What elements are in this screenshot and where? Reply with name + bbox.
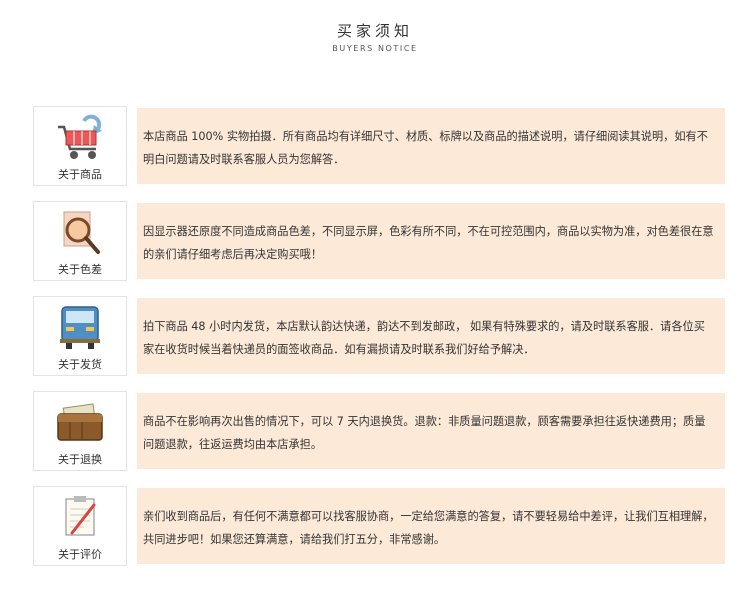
page-title: 买家须知 bbox=[336, 22, 413, 40]
notice-icon-box: 关于发货 bbox=[33, 296, 127, 376]
notice-icon-box: 关于色差 bbox=[33, 201, 127, 281]
wallet-icon bbox=[57, 403, 103, 441]
notice-label: 关于评价 bbox=[58, 548, 102, 561]
clipboard-pen-icon bbox=[65, 496, 96, 536]
notice-label: 关于色差 bbox=[58, 263, 102, 276]
notice-icon-box: 关于评价 bbox=[33, 486, 127, 566]
notice-label: 关于退换 bbox=[58, 453, 102, 466]
notice-text: 亲们收到商品后，有任何不满意都可以找客服协商，一定给您满意的答复，请不要轻易给中… bbox=[137, 488, 725, 564]
shopping-cart-icon bbox=[58, 114, 102, 159]
notice-text: 商品不在影响再次出售的情况下，可以 7 天内退换货。退款：非质量问题退款，顾客需… bbox=[137, 393, 725, 469]
notice-text: 因显示器还原度不同造成商品色差，不同显示屏，色彩有所不同，不在可控范围内，商品以… bbox=[137, 203, 725, 279]
notice-text: 本店商品 100% 实物拍摄．所有商品均有详细尺寸、材质、标牌以及商品的描述说明… bbox=[137, 108, 725, 184]
magnifier-icon bbox=[63, 211, 100, 254]
notice-icon-box: 关于退换 bbox=[33, 391, 127, 471]
notice-text: 拍下商品 48 小时内发货，本店默认韵达快递，韵达不到发邮政， 如果有特殊要求的… bbox=[137, 298, 725, 374]
notice-label: 关于商品 bbox=[58, 168, 102, 181]
notice-row-reviews: 关于评价 亲们收到商品后，有任何不满意都可以找客服协商，一定给您满意的答复，请不… bbox=[33, 486, 727, 566]
delivery-truck-icon bbox=[60, 306, 100, 349]
notice-row-shipping: 关于发货 拍下商品 48 小时内发货，本店默认韵达快递，韵达不到发邮政， 如果有… bbox=[33, 296, 727, 376]
notice-row-product: 关于商品 本店商品 100% 实物拍摄．所有商品均有详细尺寸、材质、标牌以及商品… bbox=[33, 106, 727, 186]
page-subtitle: BUYERS NOTICE bbox=[332, 44, 418, 53]
notice-icon-box: 关于商品 bbox=[33, 106, 127, 186]
notice-row-returns: 关于退换 商品不在影响再次出售的情况下，可以 7 天内退换货。退款：非质量问题退… bbox=[33, 391, 727, 471]
notice-row-color: 关于色差 因显示器还原度不同造成商品色差，不同显示屏，色彩有所不同，不在可控范围… bbox=[33, 201, 727, 281]
notice-label: 关于发货 bbox=[58, 358, 102, 371]
